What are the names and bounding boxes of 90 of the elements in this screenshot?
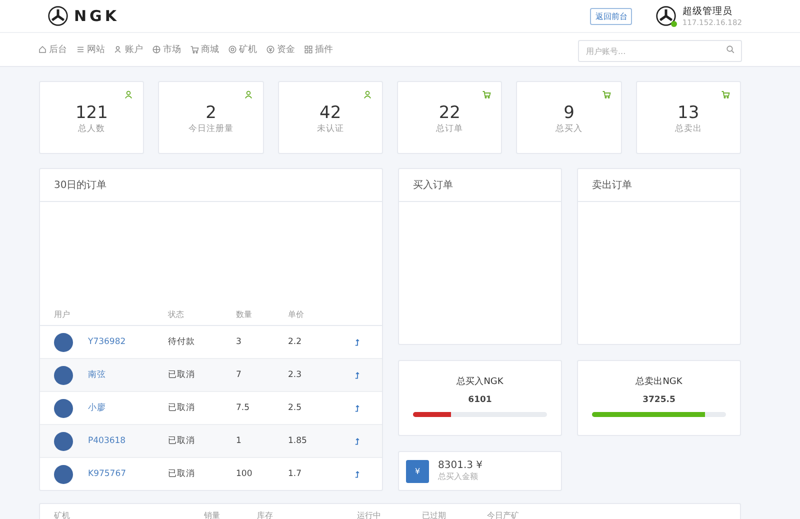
avatar-icon (54, 398, 73, 418)
column-header: 用户 (54, 308, 71, 320)
quantity-text: 100 (236, 469, 252, 479)
status-text: 待付款 (168, 336, 195, 348)
search-field[interactable]: 用户账号... (578, 40, 742, 62)
quantity-text: 7 (236, 370, 242, 380)
user-link[interactable]: Y736982 (88, 337, 126, 347)
arrow-icon[interactable] (354, 436, 361, 446)
quantity-text: 7.5 (236, 403, 250, 413)
avatar-icon (656, 6, 676, 26)
search-icon[interactable] (726, 44, 735, 54)
column-header: 今日产矿 (487, 510, 520, 519)
nav-link[interactable]: 矿机 (228, 43, 257, 56)
stat-value: 13 (678, 104, 700, 123)
user-icon (244, 90, 253, 99)
amount-label: 总买入金额 (438, 471, 479, 482)
column-header: 矿机 (54, 510, 71, 519)
total-value: 3725.5 (642, 395, 676, 405)
stat-value: 121 (75, 104, 108, 123)
stat-label: 总订单 (436, 122, 464, 135)
stat-value: 9 (564, 104, 574, 123)
arrow-icon[interactable] (354, 404, 361, 412)
home-icon (38, 45, 47, 54)
avatar-icon (54, 366, 73, 384)
panel-title: 买入订单 (399, 169, 561, 202)
avatar-icon (54, 332, 73, 352)
column-header: 数量 (236, 308, 253, 320)
nav-link[interactable]: 市场 (152, 43, 181, 56)
coin-icon (266, 45, 275, 54)
total-title: 总买入NGK (456, 376, 504, 388)
price-text: 2.2 (288, 337, 302, 347)
total-title: 总卖出NGK (636, 376, 682, 388)
column-header: 库存 (257, 510, 274, 519)
avatar-icon (54, 432, 73, 450)
list-icon (76, 45, 85, 54)
nav-link[interactable]: 插件 (304, 43, 333, 56)
cart-icon (482, 90, 492, 99)
stat-label: 总买入 (555, 122, 582, 135)
cart-icon (721, 90, 730, 99)
user-link[interactable]: 南弦 (88, 369, 106, 381)
nav-link[interactable]: 商城 (190, 43, 219, 56)
price-text: 2.3 (288, 370, 302, 380)
total-value: 6101 (468, 395, 492, 405)
arrow-icon[interactable] (354, 338, 361, 346)
logo-text: NGK (74, 7, 120, 25)
nav-link[interactable]: 网站 (76, 43, 105, 56)
arrow-icon[interactable] (354, 470, 361, 478)
status-text: 已取消 (168, 435, 195, 447)
column-header: 单价 (288, 308, 305, 320)
panel-title: 卖出订单 (578, 169, 740, 202)
stat-label: 总卖出 (674, 122, 702, 135)
amount-value: 8301.3 ¥ (438, 460, 483, 471)
price-text: 1.85 (288, 436, 307, 446)
stat-label: 今日注册量 (188, 122, 234, 135)
user-link[interactable]: K975767 (88, 469, 126, 479)
quantity-text: 3 (236, 337, 242, 347)
stat-value: 42 (320, 104, 342, 123)
column-header: 已过期 (422, 510, 447, 519)
user-name: 超级管理员 (682, 5, 734, 18)
column-header: 运行中 (357, 510, 382, 519)
avatar-icon (54, 464, 73, 484)
panel-title: 30日的订单 (40, 169, 382, 202)
column-header: 状态 (168, 308, 185, 320)
stat-label: 总人数 (78, 122, 106, 135)
back-button[interactable]: 返回前台 (590, 8, 632, 24)
nav-link[interactable]: 资金 (266, 43, 295, 56)
globe-icon (152, 45, 161, 54)
stat-value: 22 (438, 104, 460, 123)
arrow-icon[interactable] (354, 370, 361, 380)
currency-icon: ¥ (406, 460, 429, 482)
price-text: 1.7 (288, 469, 302, 479)
quantity-text: 1 (236, 436, 242, 446)
cart-icon (190, 45, 199, 54)
stat-value: 2 (206, 104, 216, 123)
logo-icon (48, 6, 68, 26)
status-text: 已取消 (168, 468, 195, 480)
status-text: 已取消 (168, 369, 195, 381)
user-icon (363, 90, 372, 99)
user-icon (124, 90, 134, 99)
grid-icon (304, 45, 313, 54)
stat-label: 未认证 (316, 122, 344, 135)
user-link[interactable]: 小廖 (88, 402, 106, 414)
user-icon (114, 45, 123, 54)
nav-link[interactable]: 账户 (114, 43, 143, 56)
nav-link[interactable]: 后台 (38, 43, 67, 56)
column-header: 销量 (204, 510, 221, 519)
user-link[interactable]: P403618 (88, 436, 126, 446)
cart-icon (602, 90, 611, 99)
price-text: 2.5 (288, 403, 302, 413)
status-text: 已取消 (168, 402, 195, 414)
